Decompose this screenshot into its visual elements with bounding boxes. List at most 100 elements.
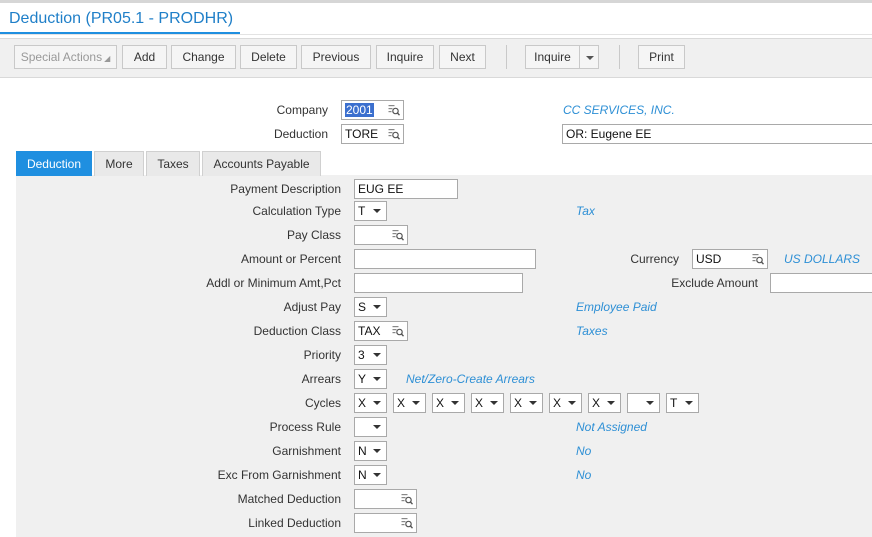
addl-min-amt-input[interactable] — [354, 273, 523, 293]
process-rule-select[interactable] — [354, 417, 387, 437]
linked-deduction-input[interactable] — [354, 513, 417, 533]
print-button[interactable]: Print — [638, 45, 685, 69]
arrears-label: Arrears — [301, 372, 341, 386]
previous-button[interactable]: Previous — [301, 45, 371, 69]
tab-panel — [16, 175, 872, 537]
deduction-class-input[interactable]: TAX — [354, 321, 408, 341]
inquire-button[interactable]: Inquire — [376, 45, 434, 69]
cycle-value-1: X — [358, 396, 367, 410]
inquire-split-button[interactable]: Inquire — [525, 45, 580, 69]
cycles-label: Cycles — [304, 396, 341, 410]
priority-select[interactable]: 3 — [354, 345, 387, 365]
exc-from-garnishment-label: Exc From Garnishment — [217, 468, 341, 482]
lookup-icon[interactable] — [388, 104, 400, 116]
chevron-down-icon — [685, 401, 693, 405]
next-button[interactable]: Next — [439, 45, 486, 69]
priority-label: Priority — [303, 348, 341, 362]
matched-deduction-input[interactable] — [354, 489, 417, 509]
adjust-pay-description: Employee Paid — [576, 300, 657, 314]
chevron-down-icon — [607, 401, 615, 405]
lookup-icon[interactable] — [388, 128, 400, 140]
inquire-dropdown-icon[interactable] — [579, 45, 599, 69]
lookup-icon[interactable] — [752, 253, 764, 265]
priority-value: 3 — [358, 348, 365, 362]
chevron-down-icon — [373, 449, 381, 453]
lookup-icon[interactable] — [392, 229, 404, 241]
pay-class-input[interactable] — [354, 225, 408, 245]
toolbar-separator — [506, 45, 507, 69]
lookup-icon[interactable] — [392, 325, 404, 337]
special-actions-button[interactable]: Special Actions ◢ — [14, 45, 117, 69]
cycle-select-6[interactable]: X — [549, 393, 582, 413]
matched-deduction-label: Matched Deduction — [237, 492, 341, 506]
top-border — [0, 0, 872, 3]
calculation-type-description: Tax — [576, 204, 595, 218]
cycle-select-8[interactable] — [627, 393, 660, 413]
company-field[interactable]: 2001 — [341, 100, 404, 120]
pay-class-label: Pay Class — [286, 228, 341, 242]
amount-or-percent-input[interactable] — [354, 249, 536, 269]
tab-more[interactable]: More — [94, 151, 144, 176]
cycle-select-5[interactable]: X — [510, 393, 543, 413]
tab-accounts-payable[interactable]: Accounts Payable — [202, 151, 321, 176]
payment-description-label: Payment Description — [230, 182, 341, 196]
cycle-value-9: T — [670, 396, 678, 410]
adjust-pay-value: S — [358, 300, 367, 314]
process-rule-description: Not Assigned — [576, 420, 647, 434]
exc-from-garnishment-select[interactable]: N — [354, 465, 387, 485]
delete-button[interactable]: Delete — [240, 45, 297, 69]
cycle-select-4[interactable]: X — [471, 393, 504, 413]
cycle-select-1[interactable]: X — [354, 393, 387, 413]
deduction-class-label: Deduction Class — [253, 324, 341, 338]
cycle-value-6: X — [553, 396, 562, 410]
deduction-description-field[interactable]: OR: Eugene EE — [562, 124, 872, 144]
chevron-down-icon — [373, 401, 381, 405]
deduction-value: TORE — [345, 127, 379, 141]
chevron-down-icon — [373, 473, 381, 477]
addl-min-amt-label: Addl or Minimum Amt,Pct — [206, 276, 341, 290]
currency-label: Currency — [630, 252, 679, 266]
chevron-down-icon — [646, 401, 654, 405]
chevron-down-icon — [451, 401, 459, 405]
tab-taxes[interactable]: Taxes — [146, 151, 200, 176]
garnishment-select[interactable]: N — [354, 441, 387, 461]
currency-value: USD — [696, 252, 722, 266]
calculation-type-select[interactable]: T — [354, 201, 387, 221]
cycle-value-2: X — [397, 396, 406, 410]
chevron-down-icon — [373, 353, 381, 357]
lookup-icon[interactable] — [401, 517, 413, 529]
cycle-value-4: X — [475, 396, 484, 410]
lookup-icon[interactable] — [401, 493, 413, 505]
amount-or-percent-label: Amount or Percent — [240, 252, 341, 266]
cycle-select-3[interactable]: X — [432, 393, 465, 413]
add-button[interactable]: Add — [122, 45, 167, 69]
cycle-select-2[interactable]: X — [393, 393, 426, 413]
chevron-down-icon — [373, 305, 381, 309]
chevron-down-icon — [373, 209, 381, 213]
arrears-description: Net/Zero-Create Arrears — [406, 372, 535, 386]
garnishment-label: Garnishment — [272, 444, 341, 458]
page-title: Deduction (PR05.1 - PRODHR) — [9, 10, 234, 27]
currency-input[interactable]: USD — [692, 249, 768, 269]
cycle-select-7[interactable]: X — [588, 393, 621, 413]
deduction-description: OR: Eugene EE — [566, 127, 652, 141]
tab-deduction[interactable]: Deduction — [16, 151, 92, 176]
arrears-value: Y — [358, 372, 367, 386]
exc-from-garnishment-description: No — [576, 468, 592, 482]
cycle-select-9[interactable]: T — [666, 393, 699, 413]
change-button[interactable]: Change — [171, 45, 236, 69]
payment-description-input[interactable]: EUG EE — [354, 179, 458, 199]
company-value: 2001 — [345, 103, 374, 117]
garnishment-value: N — [358, 444, 367, 458]
arrears-select[interactable]: Y — [354, 369, 387, 389]
chevron-down-icon — [490, 401, 498, 405]
special-actions-label: Special Actions — [20, 50, 103, 64]
deduction-field[interactable]: TORE — [341, 124, 404, 144]
corner-caret-icon: ◢ — [104, 54, 111, 63]
adjust-pay-select[interactable]: S — [354, 297, 387, 317]
deduction-class-value: TAX — [358, 324, 381, 338]
chevron-down-icon — [412, 401, 420, 405]
chevron-down-icon — [373, 377, 381, 381]
exclude-amount-input[interactable] — [770, 273, 872, 293]
process-rule-label: Process Rule — [269, 420, 341, 434]
